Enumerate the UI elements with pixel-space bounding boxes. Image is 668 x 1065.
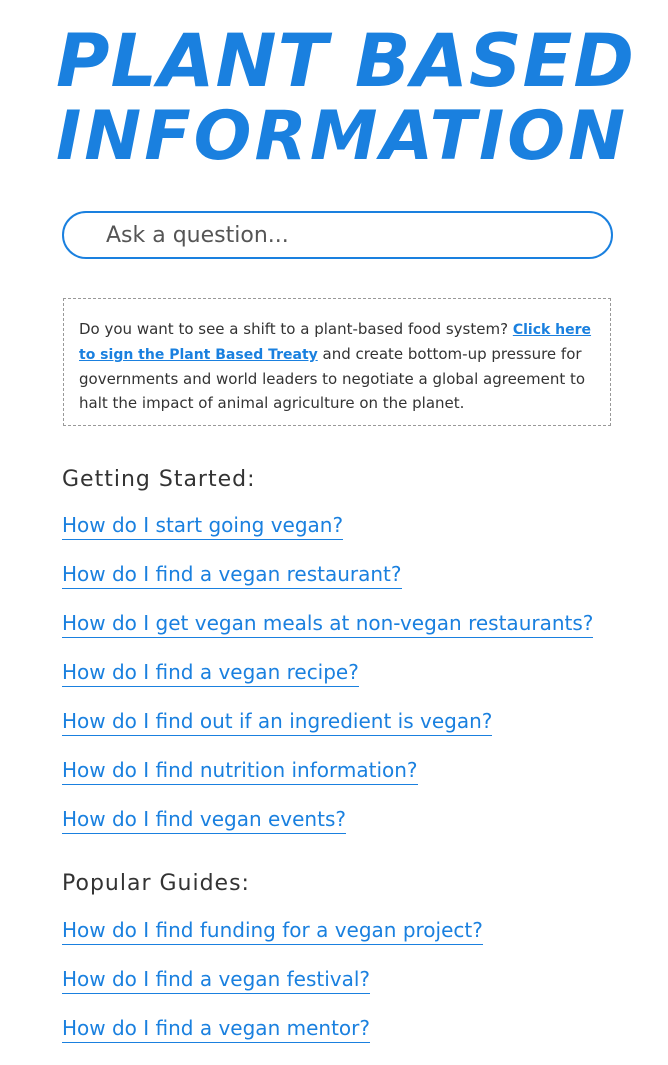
question-link-start-vegan[interactable]: How do I start going vegan? xyxy=(62,513,344,540)
search-box xyxy=(62,211,613,259)
list-item: How do I find a vegan mentor? xyxy=(62,1016,483,1065)
question-link-ingredient-vegan[interactable]: How do I find out if an ingredient is ve… xyxy=(62,709,493,736)
popular-guides-list: How do I find funding for a vegan projec… xyxy=(62,918,483,1065)
list-item: How do I find a vegan recipe? xyxy=(62,660,593,709)
treaty-notice: Do you want to see a shift to a plant-ba… xyxy=(63,298,611,426)
site-logo[interactable]: PLANT BASED INFORMATION xyxy=(56,19,635,174)
popular-guides-heading: Popular Guides: xyxy=(62,871,250,896)
notice-text-before: Do you want to see a shift to a plant-ba… xyxy=(79,320,513,338)
list-item: How do I get vegan meals at non-vegan re… xyxy=(62,611,594,660)
list-item: How do I find a vegan festival? xyxy=(62,967,483,1016)
list-item: How do I find funding for a vegan projec… xyxy=(62,918,483,967)
question-link-vegan-festival[interactable]: How do I find a vegan festival? xyxy=(62,967,371,994)
list-item: How do I find nutrition information? xyxy=(62,758,593,807)
search-input[interactable] xyxy=(106,213,586,257)
question-link-vegan-restaurant[interactable]: How do I find a vegan restaurant? xyxy=(62,562,402,589)
list-item: How do I find vegan events? xyxy=(62,807,593,856)
getting-started-list: How do I start going vegan? How do I fin… xyxy=(62,513,594,856)
question-link-funding[interactable]: How do I find funding for a vegan projec… xyxy=(62,918,483,945)
list-item: How do I find out if an ingredient is ve… xyxy=(62,709,593,758)
logo-line-1: PLANT BASED xyxy=(56,19,635,104)
question-link-vegan-events[interactable]: How do I find vegan events? xyxy=(62,807,346,834)
list-item: How do I find a vegan restaurant? xyxy=(62,562,593,611)
question-link-vegan-mentor[interactable]: How do I find a vegan mentor? xyxy=(62,1016,370,1043)
question-link-non-vegan-restaurants[interactable]: How do I get vegan meals at non-vegan re… xyxy=(62,611,594,638)
getting-started-heading: Getting Started: xyxy=(62,467,256,492)
logo-line-2: INFORMATION xyxy=(56,97,629,176)
question-link-nutrition[interactable]: How do I find nutrition information? xyxy=(62,758,418,785)
question-link-vegan-recipe[interactable]: How do I find a vegan recipe? xyxy=(62,660,359,687)
list-item: How do I start going vegan? xyxy=(62,513,593,562)
